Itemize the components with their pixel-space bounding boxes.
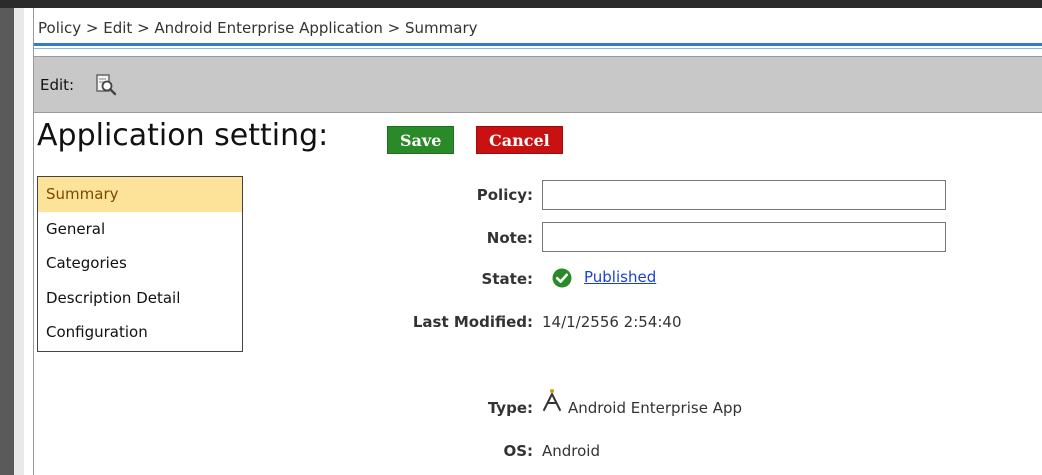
policy-input[interactable] — [542, 180, 946, 210]
header-divider — [34, 43, 1042, 46]
header-divider-light — [34, 48, 1042, 49]
sidebar-item-configuration[interactable]: Configuration — [38, 315, 242, 350]
edit-toolbar — [34, 56, 1042, 113]
breadcrumb: Policy > Edit > Android Enterprise Appli… — [38, 19, 478, 37]
check-circle-icon — [552, 268, 572, 288]
type-label: Type: — [487, 399, 533, 417]
note-label: Note: — [486, 229, 533, 247]
policy-label: Policy: — [476, 186, 533, 204]
save-button[interactable]: Save — [387, 126, 455, 154]
sidebar-item-summary[interactable]: Summary — [38, 177, 242, 212]
os-value: Android — [542, 442, 600, 460]
sidebar-item-general[interactable]: General — [38, 212, 242, 247]
edit-label: Edit: — [40, 76, 75, 94]
os-label: OS: — [503, 442, 533, 460]
sidebar-item-categories[interactable]: Categories — [38, 246, 242, 281]
cancel-button[interactable]: Cancel — [476, 126, 563, 154]
type-value: Android Enterprise App — [568, 399, 742, 417]
sidebar-nav: Summary General Categories Description D… — [37, 176, 243, 352]
state-label: State: — [481, 270, 533, 288]
last-modified-value: 14/1/2556 2:54:40 — [542, 313, 682, 331]
last-modified-label: Last Modified: — [412, 313, 533, 331]
state-published-link[interactable]: Published — [584, 268, 656, 286]
android-enterprise-icon — [541, 388, 563, 412]
left-frame-gutter — [14, 8, 24, 475]
note-input[interactable] — [542, 222, 946, 252]
left-frame-bar — [0, 8, 14, 475]
preview-search-icon[interactable] — [95, 74, 119, 96]
sidebar-item-description-detail[interactable]: Description Detail — [38, 281, 242, 316]
window-top-border — [0, 0, 1042, 8]
page-title: Application setting: — [37, 118, 329, 153]
